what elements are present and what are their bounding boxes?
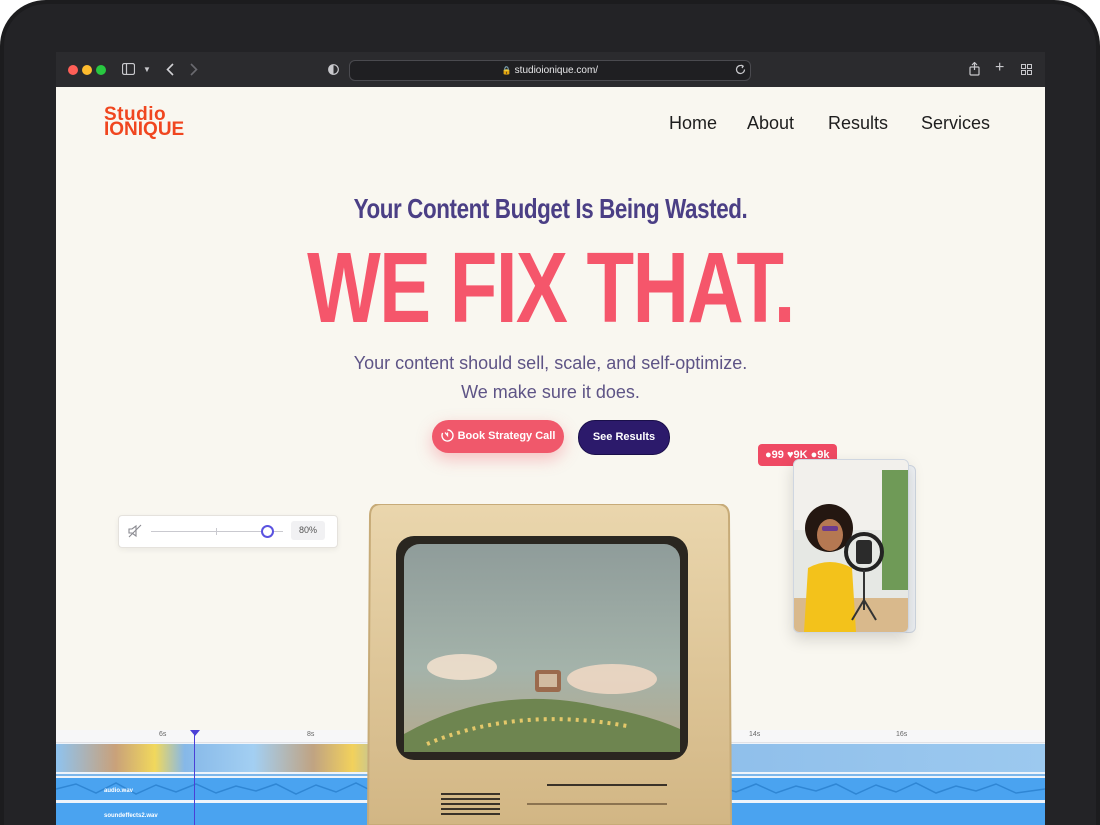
timeline-playhead[interactable] [194,730,195,825]
close-window-button[interactable] [68,65,78,75]
retro-tv-illustration [367,504,732,825]
brand-logo[interactable]: Studio IONIQUE [104,105,185,140]
hero-kicker: Your Content Budget Is Being Wasted. [353,193,748,224]
comments-count: 99 [771,449,784,461]
nav-services[interactable]: Services [921,113,990,134]
timeline-tick: 16s [896,731,908,738]
book-strategy-call-button[interactable]: Book Strategy Call [432,420,564,453]
address-bar[interactable]: 🔒 studioionique.com/ [349,60,751,81]
browser-toolbar: ▼ 🔒 studioionique.com/ + [56,52,1045,87]
volume-slider-midmark [216,528,217,535]
hero-headline: WE FIX THAT. [307,232,795,344]
sound-effects-track-label: soundeffects2.wav [104,813,158,819]
back-arrow-icon[interactable] [166,63,174,76]
volume-widget: 80% [118,515,338,548]
lock-icon: 🔒 [501,66,512,75]
see-results-button[interactable]: See Results [578,420,670,455]
book-strategy-call-label: Book Strategy Call [457,430,556,442]
volume-slider-handle[interactable] [261,525,274,538]
brand-logo-line2: IONIQUE [104,119,185,140]
page-content: Studio IONIQUE Home About Results Servic… [56,87,1045,825]
browser-window: ▼ 🔒 studioionique.com/ + Studio IONIQUE … [56,52,1045,825]
sidebar-toggle-icon[interactable] [122,63,135,75]
volume-value: 80% [291,521,325,540]
nav-results[interactable]: Results [828,113,888,134]
nav-home[interactable]: Home [669,113,717,134]
creator-photo [794,460,908,632]
address-bar-url: studioionique.com/ [514,65,599,76]
creator-photo-card [793,459,909,633]
privacy-shield-icon[interactable] [328,64,339,75]
new-tab-icon[interactable]: + [995,60,1004,76]
share-icon[interactable] [969,62,980,76]
comment-icon: ● [765,449,772,461]
timeline-tick: 6s [159,731,167,738]
playhead-marker[interactable] [190,730,200,736]
chevron-down-icon[interactable]: ▼ [143,63,151,77]
minimize-window-button[interactable] [82,65,92,75]
timeline-tick: 8s [307,731,315,738]
maximize-window-button[interactable] [96,65,106,75]
hero-subtitle-line1: Your content should sell, scale, and sel… [353,353,748,373]
nav-about[interactable]: About [747,113,794,134]
reload-icon[interactable] [735,64,746,75]
hero-subtitle-line2: We make sure it does. [461,382,640,402]
timeline-tick: 14s [749,731,761,738]
forward-arrow-icon[interactable] [190,63,198,76]
phone-icon [440,429,454,442]
tab-overview-icon[interactable] [1021,64,1032,75]
device-frame: ▼ 🔒 studioionique.com/ + Studio IONIQUE … [0,0,1100,825]
audio-track-label: audio.wav [104,788,134,794]
speaker-muted-icon[interactable] [128,524,143,538]
